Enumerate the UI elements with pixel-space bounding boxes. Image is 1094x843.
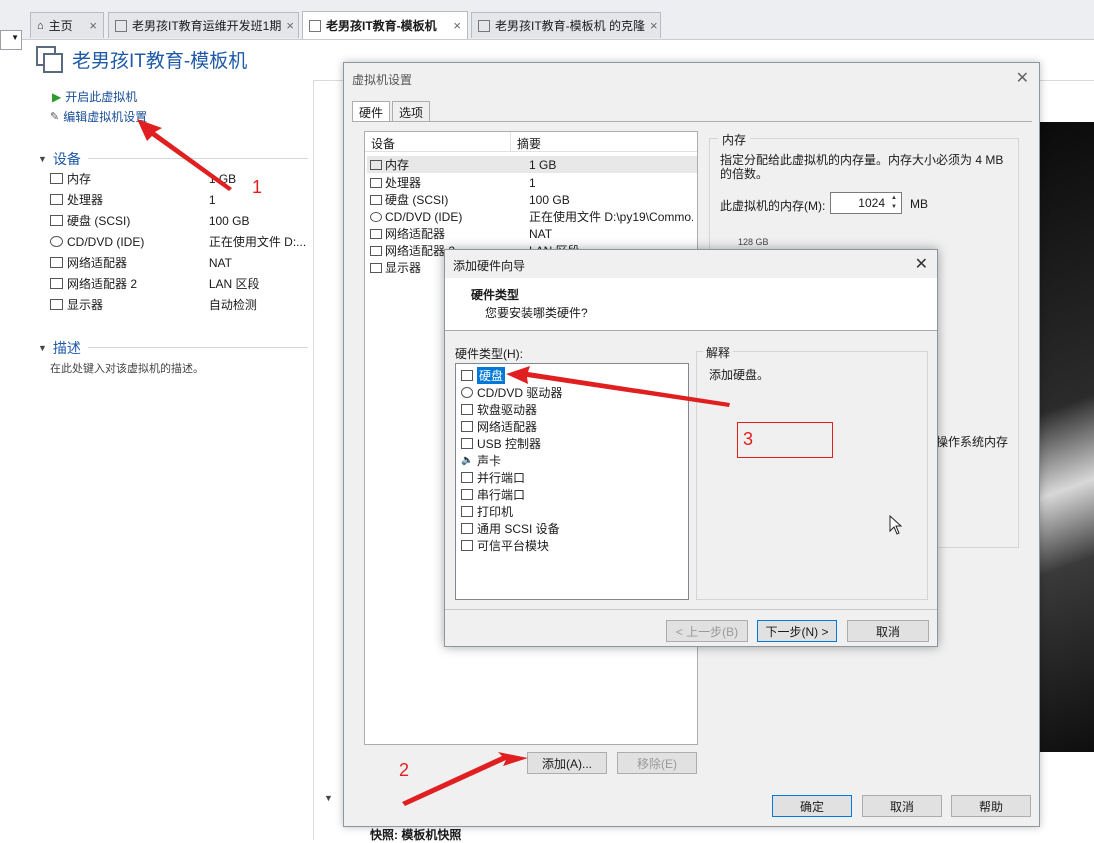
arrow-2 [402, 752, 528, 806]
arrow-3 [506, 366, 730, 407]
annotation-number-3: 3 [743, 429, 754, 449]
arrow-1 [137, 119, 232, 191]
annotation-arrows [137, 119, 730, 806]
mouse-cursor-icon [889, 515, 903, 535]
annotation-number-1: 1 [252, 177, 263, 197]
annotation-number-2: 2 [399, 760, 410, 780]
